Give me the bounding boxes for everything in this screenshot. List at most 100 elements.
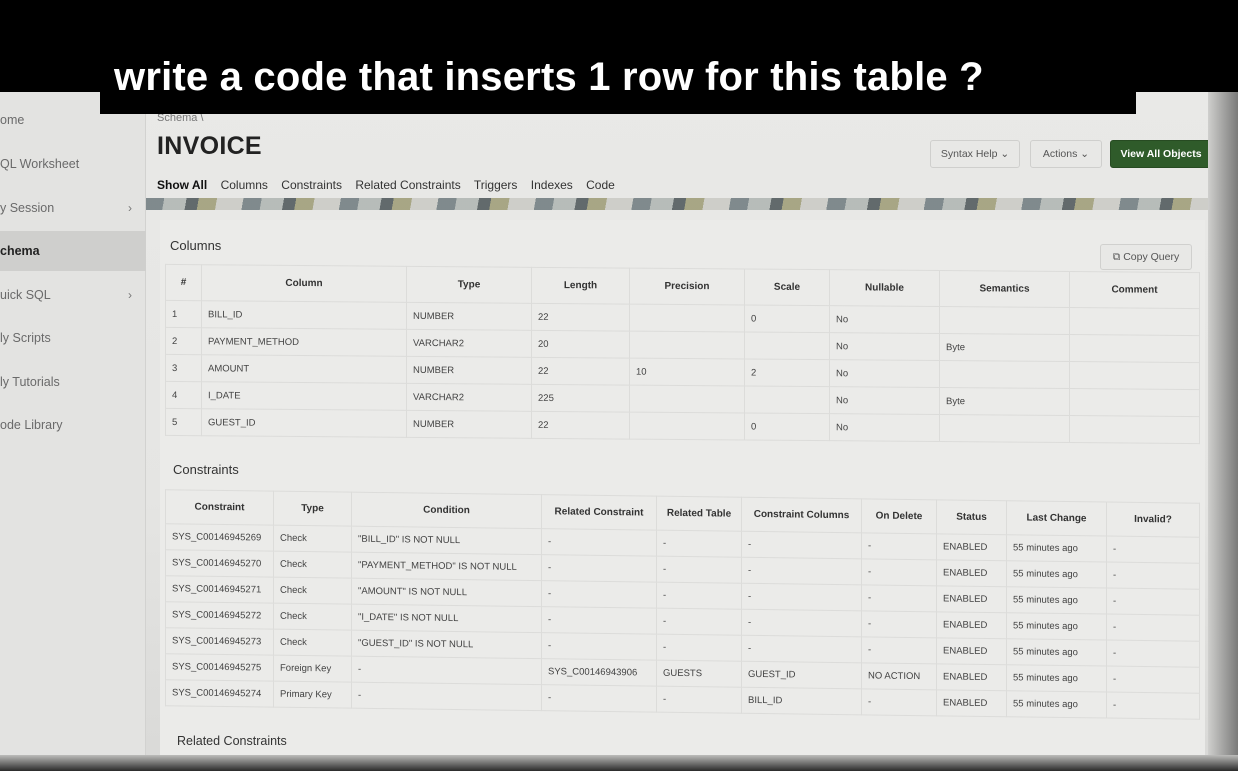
cell-comment [1069, 361, 1200, 390]
sidebar-item-my-scripts[interactable]: ly Scripts [0, 318, 146, 358]
cell-last-change: 55 minutes ago [1006, 534, 1107, 563]
cell-constraint-columns: - [741, 583, 862, 611]
cell-precision [629, 412, 745, 440]
cell-comment [1069, 388, 1200, 417]
col-header-comment[interactable]: Comment [1069, 271, 1200, 309]
cell-condition: "I_DATE" IS NOT NULL [351, 604, 542, 633]
cell-semantics [939, 414, 1070, 443]
col-header-nullable[interactable]: Nullable [829, 269, 940, 307]
cons-header-condition[interactable]: Condition [351, 492, 542, 529]
cell-status: ENABLED [936, 637, 1007, 665]
cons-header-constraint[interactable]: Constraint [165, 489, 274, 526]
cell-type: NUMBER [406, 356, 532, 385]
view-all-objects-button[interactable]: View All Objects [1110, 140, 1212, 168]
cell-length: 20 [531, 330, 630, 359]
cell-last-change: 55 minutes ago [1006, 586, 1107, 615]
syntax-help-button[interactable]: Syntax Help ⌄ [930, 140, 1020, 168]
tab-show-all[interactable]: Show All [157, 178, 207, 192]
cons-header-constraint-columns[interactable]: Constraint Columns [741, 497, 862, 533]
cons-header-status[interactable]: Status [936, 499, 1007, 535]
cons-header-related-table[interactable]: Related Table [656, 496, 742, 532]
cons-header-last-change[interactable]: Last Change [1006, 500, 1107, 537]
cell-invalid: - [1106, 640, 1200, 668]
sidebar-item-label: ome [0, 113, 25, 127]
copy-query-label: Copy Query [1123, 251, 1180, 263]
cell-type: Check [273, 525, 352, 553]
cell-semantics [939, 360, 1070, 389]
tab-indexes[interactable]: Indexes [531, 178, 573, 192]
cell-constraint: SYS_C00146945269 [165, 523, 274, 552]
cell-invalid: - [1106, 692, 1200, 720]
cons-header-type[interactable]: Type [273, 491, 352, 527]
col-header-semantics[interactable]: Semantics [939, 270, 1070, 308]
col-header-length[interactable]: Length [531, 267, 630, 305]
col-header-type[interactable]: Type [406, 266, 532, 304]
cell-type: NUMBER [406, 302, 532, 331]
cell-scale [744, 385, 830, 414]
cons-header-invalid[interactable]: Invalid? [1106, 502, 1200, 538]
tab-related-constraints[interactable]: Related Constraints [355, 178, 460, 192]
cell-column: PAYMENT_METHOD [201, 327, 407, 357]
col-header-scale[interactable]: Scale [744, 268, 830, 306]
columns-table: # Column Type Length Precision Scale Nul… [165, 264, 1200, 444]
cell-precision [629, 385, 745, 413]
cell-number: 5 [165, 408, 202, 436]
cons-header-on-delete[interactable]: On Delete [861, 498, 937, 534]
cell-semantics [939, 306, 1070, 335]
cell-type: VARCHAR2 [406, 329, 532, 358]
cons-header-related-constraint[interactable]: Related Constraint [541, 494, 657, 531]
tab-bar: Show All Columns Constraints Related Con… [157, 178, 625, 192]
col-header-precision[interactable]: Precision [629, 268, 745, 305]
copy-query-button[interactable]: ⧉ Copy Query [1100, 244, 1192, 270]
cell-constraint: SYS_C00146945271 [165, 575, 274, 604]
tab-code[interactable]: Code [586, 178, 615, 192]
cell-related-constraint: - [541, 684, 657, 713]
cell-column: AMOUNT [201, 354, 407, 384]
columns-section-title: Columns [170, 238, 222, 253]
sidebar-item-code-library[interactable]: ode Library [0, 405, 146, 445]
cell-related-constraint: - [541, 554, 657, 583]
sidebar-item-label: ly Scripts [0, 331, 51, 345]
cell-invalid: - [1106, 588, 1200, 616]
cell-length: 22 [531, 411, 630, 440]
sidebar-item-schema[interactable]: chema [0, 231, 146, 271]
cell-constraint-columns: GUEST_ID [741, 661, 862, 689]
sidebar-item-my-tutorials[interactable]: ly Tutorials [0, 362, 146, 402]
cell-condition: "PAYMENT_METHOD" IS NOT NULL [351, 552, 542, 581]
cell-constraint: SYS_C00146945270 [165, 549, 274, 578]
col-header-column[interactable]: Column [201, 264, 407, 303]
tab-constraints[interactable]: Constraints [281, 178, 342, 192]
cell-invalid: - [1106, 614, 1200, 642]
copy-icon: ⧉ [1112, 251, 1121, 263]
cell-invalid: - [1106, 666, 1200, 694]
cell-related-constraint: - [541, 606, 657, 635]
cell-related-constraint: - [541, 580, 657, 609]
sidebar-item-label: ly Tutorials [0, 375, 60, 389]
actions-button[interactable]: Actions ⌄ [1030, 140, 1102, 168]
tab-columns[interactable]: Columns [221, 178, 268, 192]
cell-related-table: - [656, 608, 742, 636]
cell-constraint-columns: BILL_ID [741, 687, 862, 715]
cell-last-change: 55 minutes ago [1006, 612, 1107, 641]
cell-related-constraint: - [541, 528, 657, 557]
cell-related-constraint: SYS_C00146943906 [541, 658, 657, 687]
sidebar-item-sql-worksheet[interactable]: QL Worksheet [0, 144, 146, 184]
cell-type: Check [273, 629, 352, 657]
cell-on-delete: NO ACTION [861, 662, 937, 690]
cell-nullable: No [829, 359, 940, 388]
caption-overlay: write a code that inserts 1 row for this… [100, 48, 1136, 114]
tab-triggers[interactable]: Triggers [474, 178, 518, 192]
sidebar-item-label: chema [0, 244, 40, 258]
cell-related-table: GUESTS [656, 660, 742, 688]
cell-last-change: 55 minutes ago [1006, 560, 1107, 589]
sidebar-item-label: uick SQL [0, 288, 51, 302]
cell-length: 22 [531, 303, 630, 332]
cell-invalid: - [1106, 562, 1200, 590]
sidebar-item-quick-sql[interactable]: uick SQL › [0, 275, 146, 315]
sidebar-item-my-session[interactable]: y Session › [0, 188, 146, 228]
cell-precision [629, 331, 745, 359]
cell-column: BILL_ID [201, 300, 407, 330]
col-header-number[interactable]: # [165, 264, 202, 301]
cell-status: ENABLED [936, 559, 1007, 587]
cell-comment [1069, 307, 1200, 336]
